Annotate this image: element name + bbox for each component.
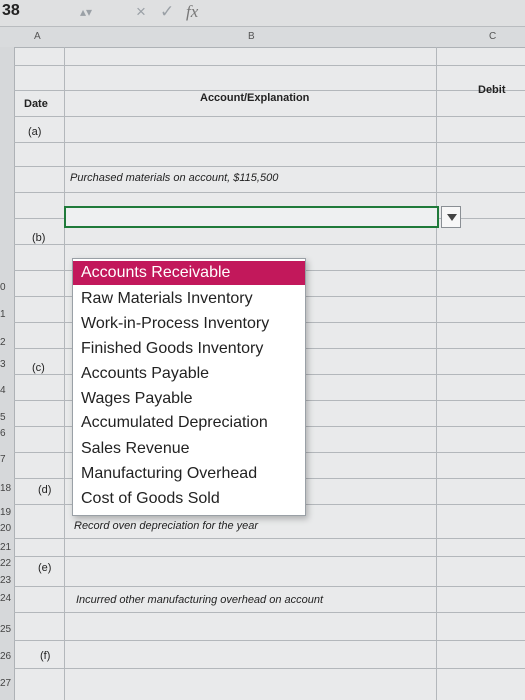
grid-line <box>14 556 525 557</box>
entry-label: (a) <box>28 126 42 138</box>
row-headers: 0 1 2 3 4 5 6 7 18 19 20 21 22 23 24 25 … <box>0 47 15 700</box>
column-header-row: A B C <box>0 27 525 48</box>
entry-label: (b) <box>32 232 46 244</box>
row-number[interactable]: 27 <box>0 678 11 689</box>
dropdown-option[interactable]: Accounts Receivable <box>73 261 305 285</box>
row-number[interactable]: 22 <box>0 558 11 569</box>
debit-header: Debit <box>478 84 506 96</box>
row-number[interactable]: 0 <box>0 282 6 293</box>
account-dropdown-list: Accounts Receivable Raw Materials Invent… <box>72 258 306 516</box>
account-header: Account/Explanation <box>200 92 310 104</box>
dropdown-option[interactable]: Work-in-Process Inventory <box>73 312 305 336</box>
dropdown-option[interactable]: Wages Payable <box>73 387 305 411</box>
grid-line <box>14 612 525 613</box>
entry-explanation: Incurred other manufacturing overhead on… <box>76 594 324 606</box>
entry-label: (f) <box>40 650 51 662</box>
entry-explanation: Purchased materials on account, $115,500 <box>70 172 279 184</box>
column-b-header[interactable]: B <box>248 31 255 42</box>
dropdown-option[interactable]: Cost of Goods Sold <box>73 487 305 511</box>
row-number[interactable]: 7 <box>0 454 6 465</box>
column-c-header[interactable]: C <box>489 31 496 42</box>
cancel-icon[interactable]: × <box>136 2 146 22</box>
grid-line <box>14 244 525 245</box>
grid-line <box>14 538 525 539</box>
grid-line <box>14 90 525 91</box>
grid-line <box>14 192 525 193</box>
dropdown-option[interactable]: Accumulated Depreciation <box>73 411 305 435</box>
row-number[interactable]: 23 <box>0 575 11 586</box>
account-cell-active[interactable] <box>64 206 439 228</box>
arrows-icon[interactable]: ▴▾ <box>80 5 92 19</box>
account-dropdown-button[interactable] <box>441 206 461 228</box>
enter-icon[interactable]: ✓ <box>160 2 174 22</box>
grid-line <box>14 142 525 143</box>
grid-line <box>14 668 525 669</box>
column-a-header[interactable]: A <box>34 31 41 42</box>
row-number[interactable]: 4 <box>0 385 6 396</box>
entry-label: (e) <box>38 562 52 574</box>
function-icon[interactable]: fx <box>186 2 198 22</box>
row-number[interactable]: 2 <box>0 337 6 348</box>
row-number[interactable]: 18 <box>0 483 11 494</box>
spreadsheet: 38 ▴▾ × ✓ fx A B C 0 1 2 3 4 5 6 7 18 19… <box>0 0 525 700</box>
grid-line <box>14 640 525 641</box>
dropdown-option[interactable]: Sales Revenue <box>73 437 305 461</box>
row-number[interactable]: 26 <box>0 651 11 662</box>
row-number[interactable]: 6 <box>0 428 6 439</box>
grid-line <box>14 116 525 117</box>
grid-line <box>14 166 525 167</box>
grid-line <box>14 65 525 66</box>
chevron-down-icon <box>447 214 457 221</box>
row-number[interactable]: 5 <box>0 412 6 423</box>
name-box[interactable]: 38 <box>0 2 62 22</box>
row-number[interactable]: 21 <box>0 542 11 553</box>
row-number[interactable]: 3 <box>0 359 6 370</box>
row-number[interactable]: 25 <box>0 624 11 635</box>
row-number[interactable]: 20 <box>0 523 11 534</box>
dropdown-option[interactable]: Manufacturing Overhead <box>73 462 305 486</box>
grid-line <box>14 586 525 587</box>
row-number[interactable]: 19 <box>0 507 11 518</box>
entry-label: (c) <box>32 362 45 374</box>
dropdown-option[interactable]: Accounts Payable <box>73 362 305 386</box>
row-number[interactable]: 24 <box>0 593 11 604</box>
formula-bar: 38 ▴▾ × ✓ fx <box>0 0 525 27</box>
date-header: Date <box>24 98 48 110</box>
entry-explanation: Record oven depreciation for the year <box>74 520 259 532</box>
dropdown-option[interactable]: Raw Materials Inventory <box>73 287 305 311</box>
row-number[interactable]: 1 <box>0 309 6 320</box>
dropdown-option[interactable]: Finished Goods Inventory <box>73 337 305 361</box>
entry-label: (d) <box>38 484 52 496</box>
grid-line <box>436 47 437 700</box>
grid-line <box>64 47 65 700</box>
